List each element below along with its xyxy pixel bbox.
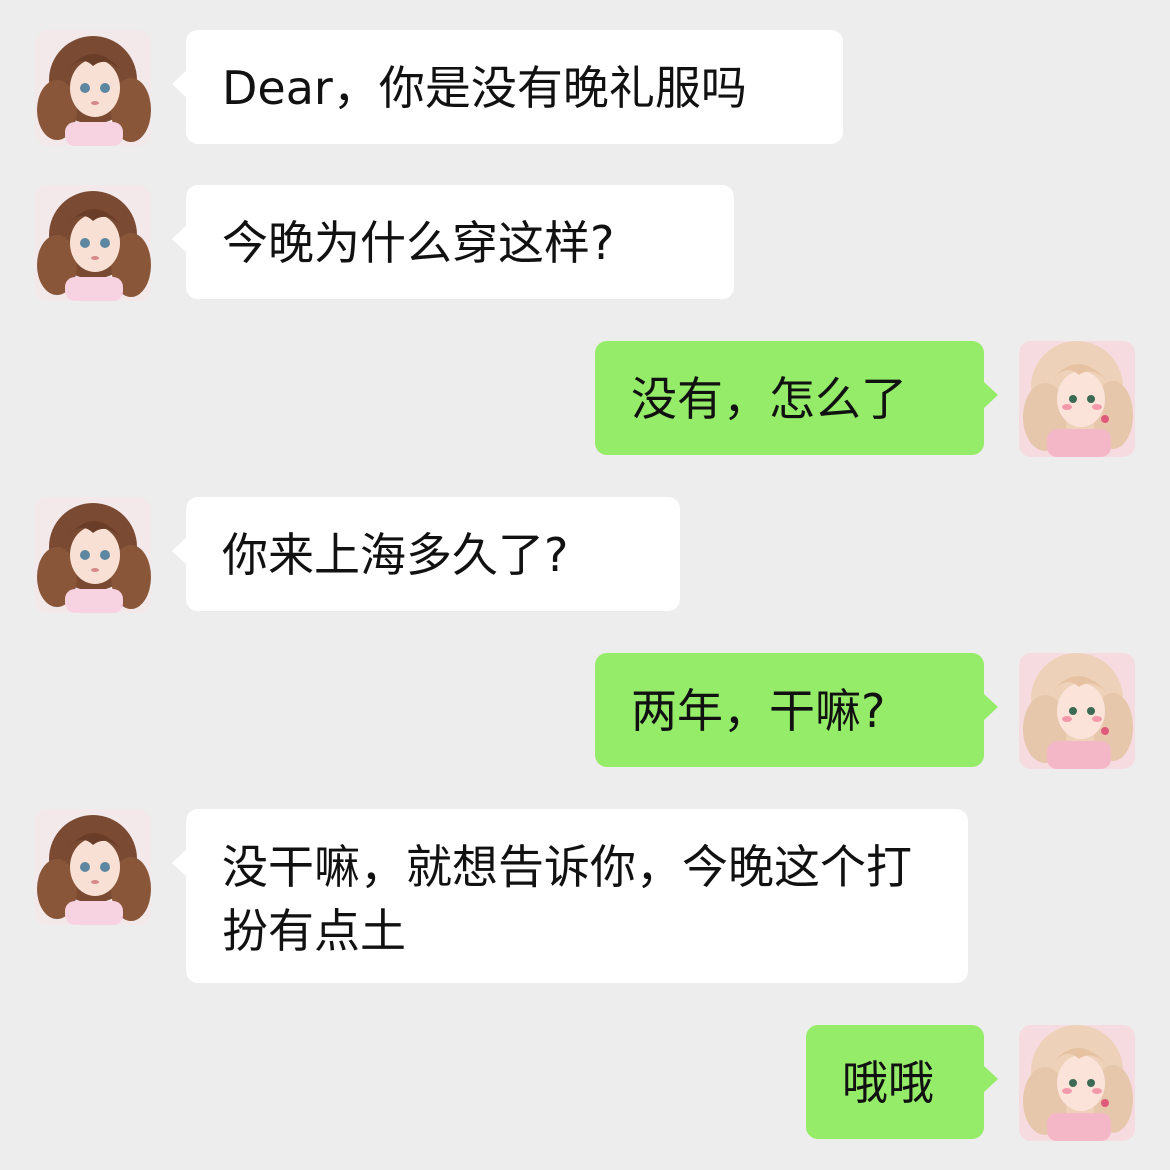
blonde-pink-girl-avatar-icon — [1019, 1025, 1135, 1141]
contact-avatar-icon[interactable] — [35, 497, 151, 613]
bubble-tail — [172, 849, 187, 877]
outgoing-message-bubble[interactable]: 没有，怎么了 — [595, 341, 998, 455]
curly-brown-hair-girl-avatar-icon — [35, 497, 151, 613]
outgoing-message-bubble[interactable]: 两年，干嘛? — [595, 653, 998, 767]
message-text: 哦哦 — [842, 1056, 934, 1110]
bubble-tail — [172, 70, 187, 98]
incoming-message-bubble[interactable]: 你来上海多久了? — [172, 497, 680, 611]
message-text: Dear，你是没有晚礼服吗 — [222, 61, 747, 115]
outgoing-message-bubble[interactable]: 哦哦 — [806, 1025, 998, 1139]
message-text: 两年，干嘛? — [631, 684, 886, 738]
contact-avatar-icon[interactable] — [35, 185, 151, 301]
blonde-pink-girl-avatar-icon — [1019, 653, 1135, 769]
curly-brown-hair-girl-avatar-icon — [35, 185, 151, 301]
blonde-pink-girl-avatar-icon — [1019, 341, 1135, 457]
message-text: 今晚为什么穿这样? — [222, 216, 615, 270]
curly-brown-hair-girl-avatar-icon — [35, 809, 151, 925]
contact-avatar-icon[interactable] — [35, 30, 151, 146]
self-avatar-icon[interactable] — [1019, 341, 1135, 457]
bubble-tail — [172, 537, 187, 565]
chat-thread[interactable]: Dear，你是没有晚礼服吗 今晚为什么穿这样? 没有，怎么了 你来上海多久了? … — [0, 0, 1170, 1170]
contact-avatar-icon[interactable] — [35, 809, 151, 925]
message-text: 没有，怎么了 — [631, 372, 907, 426]
curly-brown-hair-girl-avatar-icon — [35, 30, 151, 146]
message-text: 没干嘛，就想告诉你，今晚这个打扮有点土 — [222, 840, 912, 958]
self-avatar-icon[interactable] — [1019, 653, 1135, 769]
bubble-tail — [983, 1065, 998, 1093]
bubble-tail — [983, 381, 998, 409]
self-avatar-icon[interactable] — [1019, 1025, 1135, 1141]
bubble-tail — [172, 225, 187, 253]
incoming-message-bubble[interactable]: 没干嘛，就想告诉你，今晚这个打扮有点土 — [172, 809, 968, 983]
message-text: 你来上海多久了? — [222, 528, 569, 582]
bubble-tail — [983, 693, 998, 721]
incoming-message-bubble[interactable]: 今晚为什么穿这样? — [172, 185, 734, 299]
incoming-message-bubble[interactable]: Dear，你是没有晚礼服吗 — [172, 30, 843, 144]
